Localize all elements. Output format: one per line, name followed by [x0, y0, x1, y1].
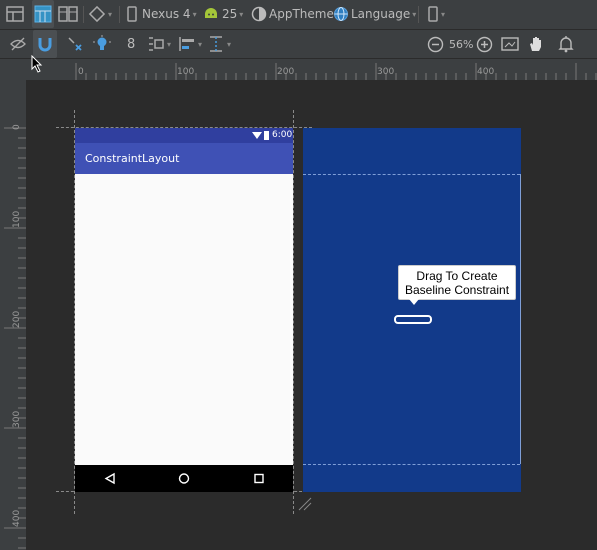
autoconnect-button[interactable] — [33, 30, 57, 58]
blueprint-surface[interactable] — [303, 128, 521, 492]
magnet-icon — [38, 38, 52, 52]
eye-crossed-icon — [10, 37, 26, 51]
infer-constraints-button[interactable] — [93, 30, 111, 58]
chevron-down-icon: ▾ — [412, 9, 417, 19]
rotate-icon — [88, 5, 106, 23]
home-icon — [178, 473, 190, 484]
ruler-label: 200 — [277, 67, 295, 77]
ruler-label: 0 — [78, 67, 84, 77]
hand-icon — [530, 37, 541, 51]
guideline-icon — [210, 36, 222, 52]
chevron-down-icon: ▾ — [227, 39, 232, 49]
zoom-in-icon — [476, 36, 493, 52]
blueprint-view-icon — [34, 5, 52, 23]
theme-icon — [251, 6, 267, 22]
both-views-button[interactable] — [58, 0, 78, 28]
ruler-label: 300 — [377, 67, 395, 77]
ruler-label: 100 — [12, 210, 22, 228]
blueprint-guide — [303, 464, 520, 465]
ruler-label: 400 — [477, 67, 495, 77]
design-view-button[interactable] — [6, 0, 24, 28]
phone-icon — [127, 6, 137, 22]
android-icon — [205, 8, 217, 18]
top-toolbar: ▾ Nexus 4 ▾ 25 ▾ AppTheme Language ▾ ▾ — [0, 0, 597, 30]
tooltip-line: Baseline Constraint — [404, 283, 510, 297]
baseline-constraint-tooltip: Drag To Create Baseline Constraint — [398, 265, 516, 305]
language-selector[interactable]: Language ▾ — [333, 0, 416, 28]
chevron-down-icon: ▾ — [441, 9, 446, 19]
ruler-label: 0 — [12, 124, 22, 130]
status-bar: 6:00 — [75, 128, 293, 143]
ruler-label: 300 — [12, 410, 22, 428]
status-time: 6:00 — [272, 130, 293, 140]
chevron-down-icon: ▾ — [167, 39, 172, 49]
pan-button[interactable] — [527, 30, 545, 58]
zoom-in-button[interactable] — [476, 30, 493, 58]
guidelines-button[interactable]: ▾ — [207, 30, 231, 58]
globe-icon — [334, 7, 348, 21]
align-button[interactable]: ▾ — [178, 30, 202, 58]
bulb-icon — [93, 35, 111, 50]
language-label: Language — [351, 7, 411, 21]
blueprint-edge — [520, 174, 521, 464]
design-surface[interactable]: 6:00 ConstraintLayout — [75, 128, 293, 492]
status-icons — [252, 131, 269, 140]
clear-constraints-icon — [68, 37, 82, 51]
separator — [418, 6, 419, 23]
fit-screen-icon — [501, 37, 519, 51]
zoom-out-icon — [427, 36, 444, 52]
vertical-ruler: 0 100 200 300 400 — [0, 80, 26, 550]
layout-variants-button[interactable]: ▾ — [427, 0, 445, 28]
theme-selector[interactable]: AppTheme — [251, 0, 334, 28]
theme-label: AppTheme — [269, 7, 334, 21]
split-view-icon — [58, 6, 78, 22]
default-margin-field[interactable]: 8 — [127, 30, 135, 58]
zoom-level: 56% — [449, 37, 474, 51]
pack-icon — [149, 37, 164, 51]
chevron-down-icon: ▾ — [108, 9, 113, 19]
selection-guide — [293, 110, 294, 514]
baseline-handle[interactable] — [394, 315, 432, 324]
blueprint-guide — [303, 174, 520, 175]
clear-constraints-button[interactable] — [66, 30, 84, 58]
app-title: ConstraintLayout — [85, 152, 180, 165]
issues-button[interactable] — [557, 30, 575, 58]
back-icon — [104, 472, 115, 485]
api-level-label: 25 — [222, 7, 238, 21]
separator — [83, 6, 84, 23]
design-view-icon — [6, 6, 24, 22]
bell-icon — [558, 36, 574, 53]
chevron-down-icon: ▾ — [239, 9, 244, 19]
pack-button[interactable]: ▾ — [147, 30, 171, 58]
navigation-bar — [75, 465, 293, 492]
mouse-cursor-icon — [31, 55, 43, 73]
layout-toolbar: 8 ▾ ▾ ▾ 56% — [0, 30, 597, 59]
align-left-icon — [179, 37, 194, 51]
ruler-label: 200 — [12, 310, 22, 328]
separator — [119, 6, 120, 23]
zoom-out-button[interactable] — [427, 30, 444, 58]
ruler-label: 400 — [12, 509, 22, 527]
nav-buttons — [104, 472, 264, 485]
ruler-label: 100 — [177, 67, 195, 77]
device-selector[interactable]: Nexus 4 ▾ — [126, 0, 197, 28]
chevron-down-icon: ▾ — [192, 9, 197, 19]
chevron-down-icon: ▾ — [198, 39, 203, 49]
recents-icon — [254, 473, 264, 484]
show-constraints-button[interactable] — [9, 30, 27, 58]
api-level-selector[interactable]: 25 ▾ — [202, 0, 243, 28]
blueprint-view-button[interactable] — [32, 0, 54, 28]
orientation-button[interactable]: ▾ — [88, 0, 112, 28]
resize-handle-icon[interactable] — [297, 496, 313, 512]
zoom-to-fit-button[interactable] — [501, 30, 519, 58]
ruler-ticks — [75, 63, 597, 80]
device-label: Nexus 4 — [142, 7, 191, 21]
tooltip-line: Drag To Create — [416, 269, 498, 283]
phone-icon — [428, 6, 438, 22]
horizontal-ruler: 0 100 200 300 400 — [0, 59, 597, 80]
app-bar: ConstraintLayout — [75, 143, 293, 174]
